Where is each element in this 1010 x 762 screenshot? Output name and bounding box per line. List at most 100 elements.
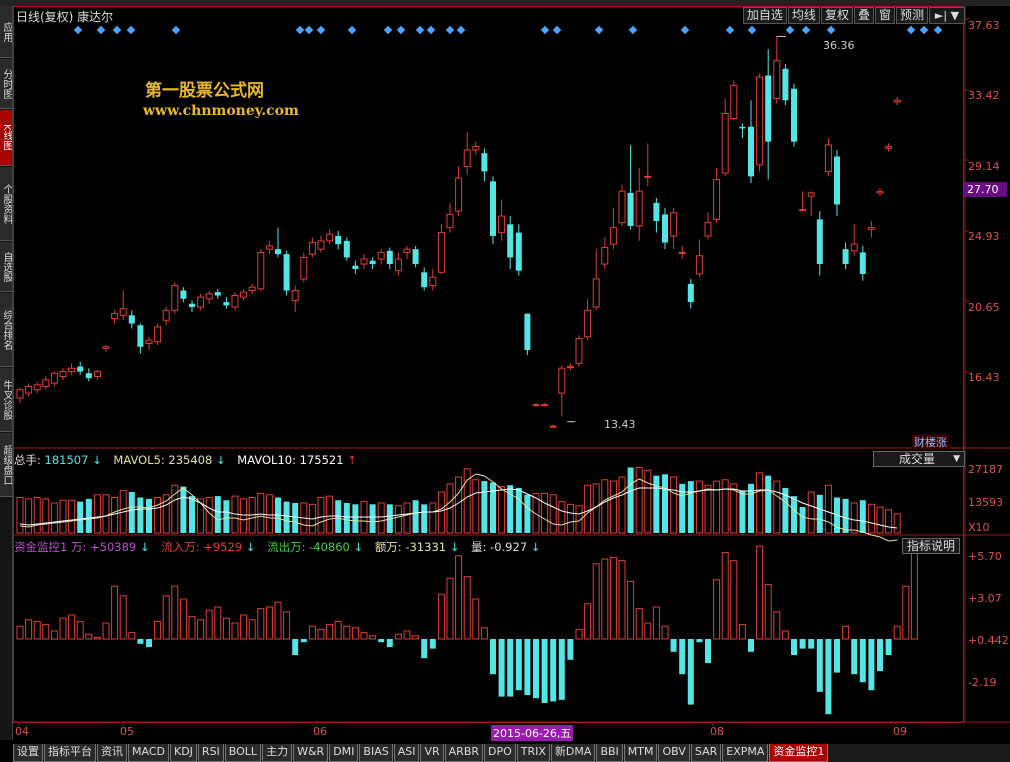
nav-tab-watchlist[interactable]: 自选股 (0, 242, 12, 292)
candle-body (592, 278, 600, 308)
volume-bar (343, 502, 350, 533)
candle-body (549, 425, 557, 428)
indicator-tab[interactable]: TRIX (516, 744, 550, 762)
fund-bar (609, 556, 617, 640)
volume-bar (472, 479, 480, 534)
indicator-tab[interactable]: BOLL (224, 744, 262, 762)
volume-bar (189, 496, 195, 533)
indicator-tab[interactable]: ARBR (444, 744, 484, 762)
volume-bar (412, 500, 419, 533)
volume-indicator-select[interactable]: 成交量 ▼ (873, 451, 965, 467)
window-button[interactable]: 窗 (874, 7, 895, 24)
indicator-tab[interactable]: VR (420, 744, 444, 762)
candle-body (670, 212, 678, 237)
nav-tab-stock-info[interactable]: 个股资料 (0, 167, 12, 241)
fund-bar (334, 620, 342, 640)
fund-bar (68, 614, 76, 640)
volume-bar (584, 484, 592, 534)
indicator-tab[interactable]: OBV (658, 744, 690, 762)
candle-body (566, 366, 574, 369)
indicator-tab[interactable]: BBI (596, 744, 623, 762)
candle-body (558, 367, 566, 394)
fund-bar (910, 547, 918, 640)
fund-bar (188, 616, 196, 640)
arrow-down-icon: ↓ (353, 540, 364, 554)
volume-bar (292, 502, 299, 533)
indicator-tab[interactable]: 主力 (262, 744, 293, 762)
candle-body (601, 247, 609, 265)
volume-bar (842, 498, 849, 533)
chart-title: 日线(复权) 康达尔 (16, 10, 114, 24)
news-marker-icon (456, 25, 466, 35)
overlay-button[interactable]: 叠 (853, 7, 874, 24)
add-watchlist-button[interactable]: 加自选 (742, 7, 787, 24)
fund-bar (197, 619, 205, 640)
volume-bar (68, 499, 76, 534)
indicator-tab[interactable]: DPO (484, 744, 516, 762)
volume-bar (859, 500, 866, 533)
arrow-down-icon: ↓ (215, 453, 226, 467)
fund-bar (705, 639, 711, 663)
x-axis-month: 04 (15, 725, 29, 738)
fund-monitor-name: 资金监控1 万: (14, 540, 91, 554)
indicator-tab[interactable]: RSI (197, 744, 224, 762)
fund-bar (859, 639, 866, 683)
fund-bar (842, 625, 850, 640)
indicator-tab[interactable]: 新DMA (550, 744, 596, 762)
more-menu-button[interactable]: ►| ▼ (929, 7, 965, 24)
volume-bar (437, 491, 445, 534)
candle-body (335, 235, 342, 245)
fund-bar (179, 598, 187, 640)
candle-body (463, 149, 471, 167)
net-label: 额万: (374, 540, 406, 554)
candle-body (791, 88, 797, 142)
candle-body (498, 215, 506, 234)
candle-body (739, 126, 746, 129)
news-marker-icon (933, 25, 943, 35)
fund-bar (550, 639, 557, 702)
candle-body (876, 190, 884, 194)
fund-bar (773, 611, 781, 640)
volume-bar (558, 501, 566, 534)
volume-bar (791, 496, 797, 533)
nav-tab-intraday[interactable]: 分时图 (0, 59, 12, 109)
nav-tab-kline[interactable]: K线图 (0, 110, 12, 166)
indicator-tab[interactable]: SAR (690, 744, 722, 762)
candle-body (859, 252, 866, 274)
fund-bar (128, 632, 136, 640)
candle-body (507, 224, 514, 258)
volume-bar (524, 494, 531, 533)
indicator-tab[interactable]: W&R (293, 744, 329, 762)
fund-bar (300, 639, 307, 643)
candle-body (68, 367, 76, 373)
indicator-help-button[interactable]: 指标说明 (902, 538, 960, 554)
nav-tab-super-panel[interactable]: 超级盘口 (0, 433, 12, 497)
nav-tab-ranking[interactable]: 综合排名 (0, 293, 12, 367)
indicator-tab[interactable]: 资讯 (97, 744, 127, 762)
volume-bar (687, 481, 694, 533)
indicator-tab[interactable]: 指标平台 (44, 744, 96, 762)
fund-bar (834, 639, 840, 673)
candle-body (317, 240, 325, 250)
ma-button[interactable]: 均线 (787, 7, 820, 24)
indicator-tab[interactable]: DMI (329, 744, 359, 762)
indicator-tab[interactable]: ASI (393, 744, 420, 762)
indicator-tab[interactable]: MACD (128, 744, 169, 762)
volume-bar (265, 494, 273, 534)
indicator-tab[interactable]: MTM (623, 744, 658, 762)
fund-bar (222, 617, 230, 640)
indicator-tab[interactable]: BIAS (359, 744, 393, 762)
nav-tab-diagnosis[interactable]: 牛叉诊股 (0, 368, 12, 432)
candle-body (644, 175, 652, 178)
adjust-button[interactable]: 复权 (820, 7, 853, 24)
indicator-tab[interactable]: EXPMA (722, 744, 769, 762)
forecast-button[interactable]: 预测 (895, 7, 928, 24)
fund-bar (437, 593, 445, 640)
indicator-tab[interactable]: 设置 (13, 744, 43, 762)
nav-tab-apps[interactable]: 应用 (0, 6, 12, 58)
volume-bar (257, 492, 265, 534)
indicator-tab[interactable]: KDJ (169, 744, 197, 762)
indicator-tab[interactable]: 资金监控1 (769, 744, 829, 762)
candle-body (377, 251, 385, 260)
volume-bar (283, 501, 290, 533)
